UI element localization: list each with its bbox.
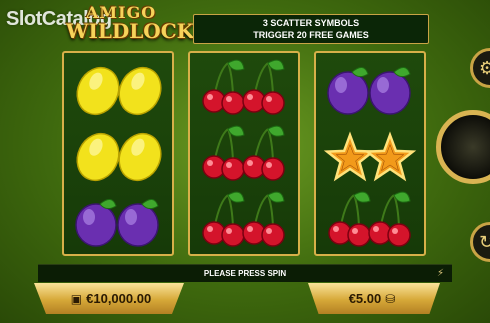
spin-button[interactable]: [436, 110, 490, 184]
plum-pair-symbol: [327, 67, 411, 115]
game-logo: AMIGO WILDLOCK: [62, 3, 194, 43]
gear-icon: ⚙: [479, 58, 490, 78]
autoplay-button[interactable]: ↻: [470, 222, 490, 262]
lemon-pair-symbol: [76, 132, 162, 182]
cherry-pair-symbol: [202, 191, 285, 247]
reel-2: [188, 51, 300, 256]
balance-value: €10,000.00: [86, 291, 152, 306]
autoplay-icon: ↻: [479, 232, 490, 252]
balance-display: ▣ €10,000.00: [34, 283, 184, 314]
reel-3: [314, 51, 426, 256]
cherry-pair-symbol: [202, 125, 285, 181]
plum-pair-symbol: [75, 199, 159, 247]
lemon-pair-symbol: [76, 66, 162, 116]
info-line2: TRIGGER 20 FREE GAMES: [253, 30, 369, 40]
reel-1: [62, 51, 174, 256]
info-banner: 3 SCATTER SYMBOLS TRIGGER 20 FREE GAMES: [193, 14, 429, 44]
info-line1: 3 SCATTER SYMBOLS: [262, 18, 360, 28]
logo-line2: WILDLOCK: [66, 19, 195, 43]
cherry-pair-symbol: [202, 59, 285, 115]
bet-display[interactable]: €5.00 ⛁: [308, 283, 440, 314]
bet-value: €5.00: [348, 291, 382, 306]
settings-button[interactable]: ⚙: [470, 48, 490, 88]
wallet-icon: ▣: [70, 292, 83, 306]
coin-stack-icon: ⛁: [385, 292, 396, 306]
star-pair-symbol: [323, 131, 417, 182]
cherry-pair-symbol: [328, 191, 411, 247]
lightning-icon[interactable]: ⚡: [437, 265, 444, 282]
status-text: PLEASE PRESS SPIN: [203, 269, 287, 278]
status-bar: PLEASE PRESS SPIN ⚡: [38, 264, 452, 282]
